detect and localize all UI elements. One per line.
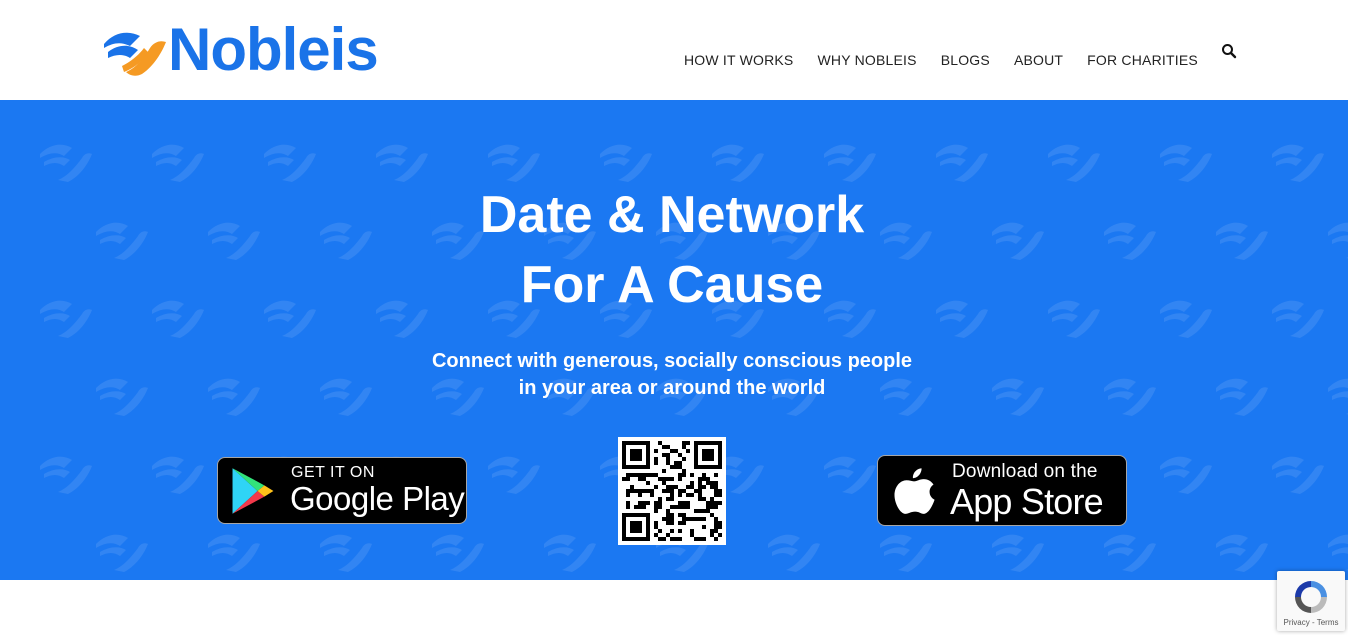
pattern-mark — [1160, 456, 1212, 494]
pattern-mark — [712, 144, 764, 182]
hero-subtitle-line1: Connect with generous, socially consciou… — [431, 350, 913, 372]
hero-subtitle-line2: in your area or around the world — [518, 377, 826, 399]
pattern-mark — [936, 144, 988, 182]
pattern-mark — [488, 456, 540, 494]
pattern-mark — [96, 534, 148, 572]
logo-text: Nobleis — [168, 16, 379, 83]
pattern-mark — [1160, 144, 1212, 182]
google-play-label: Google Play — [290, 480, 465, 517]
pattern-mark — [1104, 534, 1156, 572]
hero-subtitle: Connect with generous, socially consciou… — [0, 348, 1344, 402]
pattern-mark — [992, 534, 1044, 572]
pattern-mark — [264, 144, 316, 182]
recaptcha-badge[interactable]: Privacy - Terms — [1277, 571, 1345, 631]
pattern-mark — [376, 144, 428, 182]
pattern-mark — [320, 534, 372, 572]
hero-section: Date & Network For A Cause Connect with … — [0, 100, 1348, 580]
pattern-mark — [152, 144, 204, 182]
google-play-icon — [232, 468, 274, 514]
pattern-mark — [1272, 144, 1324, 182]
search-icon[interactable] — [1221, 43, 1237, 59]
pattern-mark — [152, 456, 204, 494]
recaptcha-links[interactable]: Privacy - Terms — [1277, 618, 1345, 627]
nobleis-logo[interactable]: Nobleis — [100, 16, 379, 83]
logo-mark-icon — [104, 32, 166, 76]
app-store-button[interactable]: Download on the App Store — [877, 455, 1127, 526]
nav-about[interactable]: ABOUT — [1014, 52, 1063, 68]
app-store-small-label: Download on the — [952, 461, 1098, 482]
hero-title-line2: For A Cause — [520, 256, 824, 314]
hero-title-line1: Date & Network — [479, 186, 865, 244]
recaptcha-icon — [1295, 581, 1327, 613]
nav-blogs[interactable]: BLOGS — [941, 52, 990, 68]
pattern-mark — [488, 144, 540, 182]
nav-for-charities[interactable]: FOR CHARITIES — [1087, 52, 1198, 68]
pattern-mark — [600, 144, 652, 182]
pattern-mark — [1272, 456, 1324, 494]
google-play-button[interactable]: GET IT ON Google Play — [217, 457, 467, 524]
apple-icon — [894, 468, 935, 514]
app-store-label: App Store — [950, 481, 1104, 522]
nav-why-nobleis[interactable]: WHY NOBLEIS — [817, 52, 916, 68]
hero-title: Date & Network For A Cause — [0, 180, 1344, 320]
pattern-mark — [824, 144, 876, 182]
pattern-mark — [824, 456, 876, 494]
pattern-mark — [40, 456, 92, 494]
main-nav: HOW IT WORKS WHY NOBLEIS BLOGS ABOUT FOR… — [684, 52, 1222, 68]
pattern-mark — [432, 534, 484, 572]
pattern-mark — [880, 534, 932, 572]
pattern-mark — [1048, 144, 1100, 182]
pattern-mark — [768, 534, 820, 572]
nav-how-it-works[interactable]: HOW IT WORKS — [684, 52, 793, 68]
pattern-mark — [208, 534, 260, 572]
qr-code-icon[interactable] — [618, 437, 726, 545]
pattern-mark — [1216, 534, 1268, 572]
pattern-mark — [544, 534, 596, 572]
pattern-mark — [1328, 534, 1348, 571]
pattern-mark — [40, 144, 92, 182]
site-header: Nobleis HOW IT WORKS WHY NOBLEIS BLOGS A… — [0, 0, 1348, 100]
